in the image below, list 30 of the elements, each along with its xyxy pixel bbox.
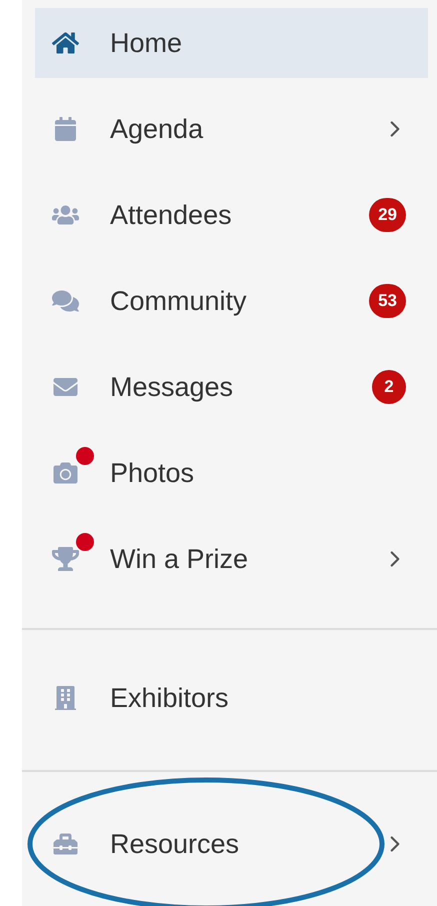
menu-label: Attendees <box>110 198 233 232</box>
menu-label: Resources <box>110 828 240 861</box>
menu-item[interactable]: Resources <box>35 809 428 879</box>
menu-item[interactable]: Messages 2 <box>35 352 428 422</box>
menu-label: Win a Prize <box>110 542 250 576</box>
menu-label: Agenda <box>110 112 204 146</box>
building-icon <box>52 686 79 710</box>
toolbox-icon <box>52 832 79 856</box>
menu-item[interactable]: Community 53 <box>35 266 428 336</box>
menu-item[interactable]: Home <box>35 8 428 78</box>
menu-item[interactable]: Attendees 29 <box>35 180 428 250</box>
menu-item[interactable]: Agenda <box>35 94 428 164</box>
menu-item[interactable]: Photos <box>35 438 428 508</box>
chat-icon <box>52 289 79 313</box>
people-icon <box>52 203 79 227</box>
count-badge: 2 <box>372 370 406 404</box>
home-icon <box>52 31 79 55</box>
menu-label: Exhibitors <box>110 682 230 715</box>
menu-label: Home <box>110 26 184 60</box>
trophy-icon <box>52 547 79 571</box>
calendar-icon <box>52 117 79 141</box>
menu-item[interactable]: Exhibitors <box>35 663 428 733</box>
count-badge: 53 <box>369 284 406 318</box>
menu-label: Community <box>110 284 248 318</box>
camera-icon <box>52 461 79 485</box>
menu-label: Photos <box>110 456 196 490</box>
count-badge: 29 <box>369 198 406 232</box>
menu-label: Messages <box>110 370 234 404</box>
menu-item[interactable]: Win a Prize <box>35 524 428 594</box>
envelope-icon <box>52 375 79 399</box>
